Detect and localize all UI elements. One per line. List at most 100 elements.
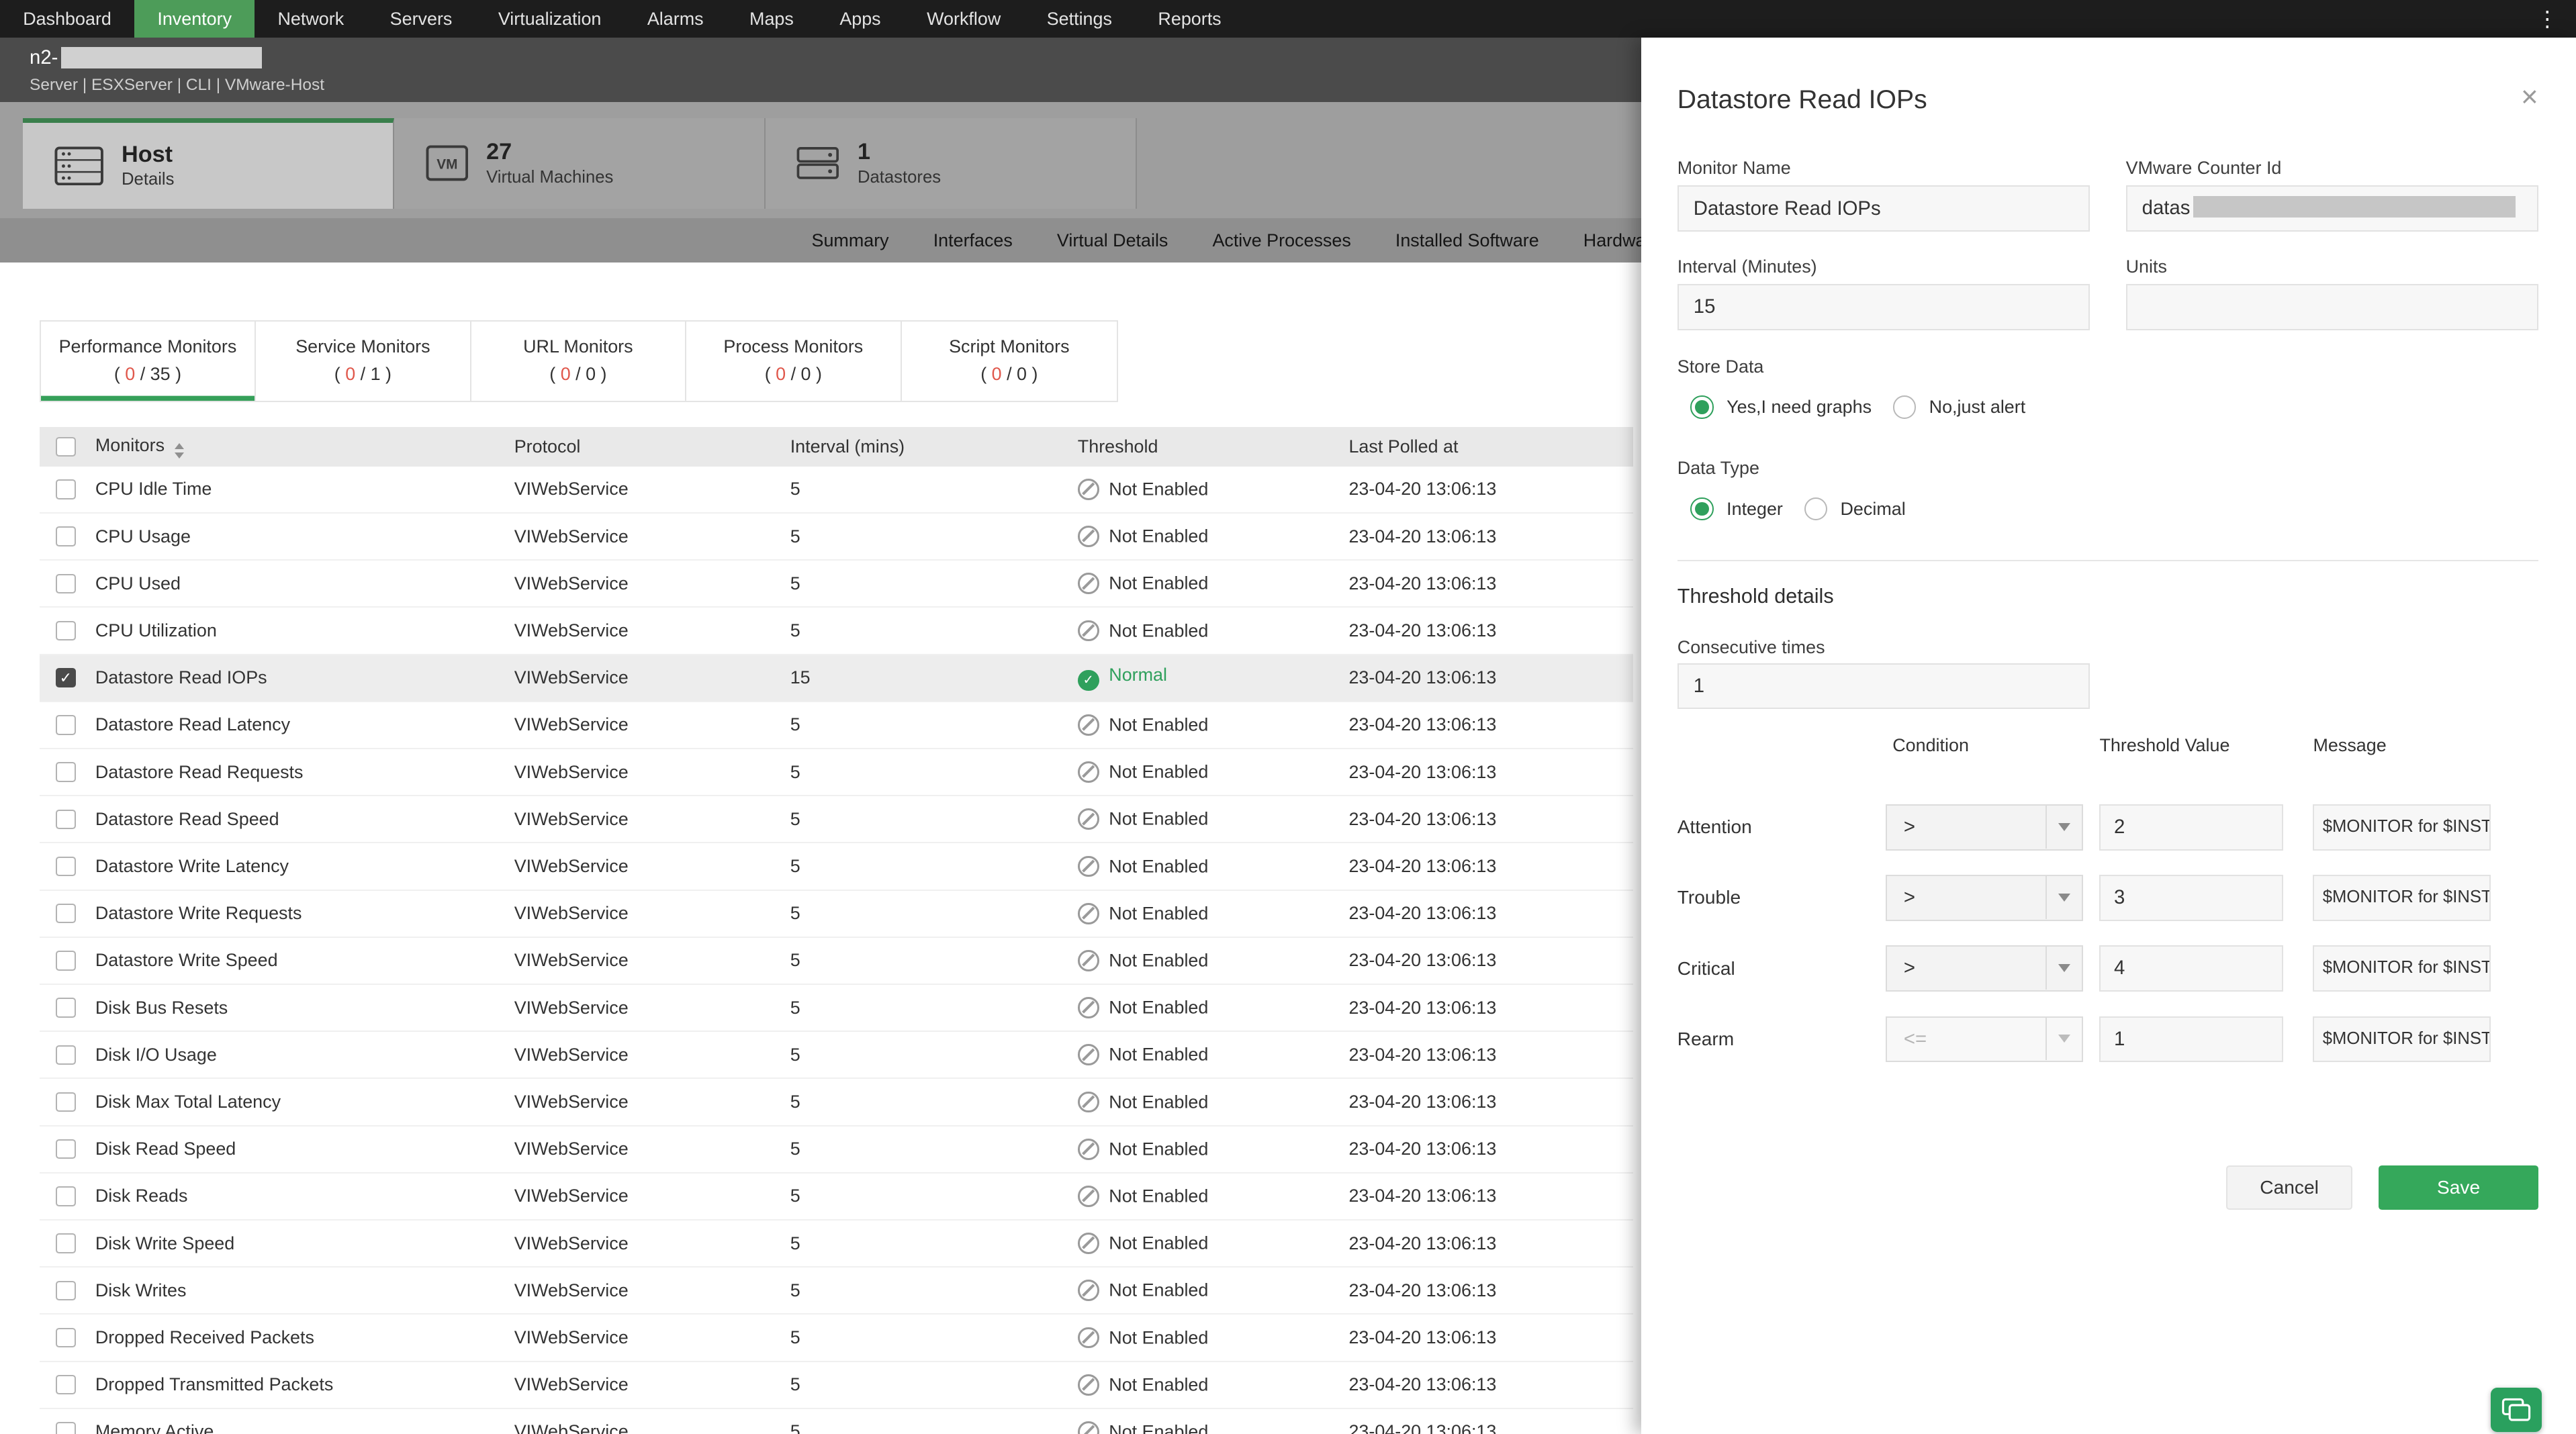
threshold-message-input[interactable]: $MONITOR for $INSTA — [2313, 804, 2491, 851]
threshold-message-input[interactable]: $MONITOR for $INSTA — [2313, 945, 2491, 992]
row-checkbox[interactable] — [56, 951, 76, 971]
card-host-details[interactable]: Host Details — [23, 118, 395, 209]
store-data-option-no-just-alert[interactable]: No,just alert — [1892, 395, 2025, 419]
monitor-name[interactable]: Datastore Write Latency — [95, 856, 514, 877]
condition-select[interactable]: > — [1886, 875, 2084, 921]
nav-item-maps[interactable]: Maps — [727, 0, 817, 38]
monitor-name[interactable]: Disk Bus Resets — [95, 998, 514, 1018]
interval-input[interactable] — [1677, 284, 2090, 330]
row-checkbox[interactable] — [56, 573, 76, 593]
nav-item-servers[interactable]: Servers — [367, 0, 475, 38]
table-row[interactable]: Datastore Write Speed VIWebService 5 Not En… — [39, 937, 1633, 985]
row-checkbox[interactable] — [56, 1186, 76, 1206]
monitor-tab-url-monitors[interactable]: URL Monitors ( 0 / 0 ) — [471, 322, 687, 401]
row-checkbox[interactable] — [56, 1139, 76, 1159]
host-tab-virtual-details[interactable]: Virtual Details — [1057, 230, 1168, 251]
row-checkbox[interactable] — [56, 998, 76, 1018]
row-checkbox[interactable] — [56, 1233, 76, 1253]
host-tab-interfaces[interactable]: Interfaces — [933, 230, 1013, 251]
row-checkbox[interactable] — [56, 1422, 76, 1434]
threshold-value-input[interactable]: 2 — [2099, 804, 2284, 851]
monitor-name[interactable]: Disk Reads — [95, 1186, 514, 1206]
table-row[interactable]: Disk I/O Usage VIWebService 5 Not Enabled 23… — [39, 1032, 1633, 1080]
data-type-option-decimal[interactable]: Decimal — [1804, 497, 1906, 521]
table-row[interactable]: Disk Bus Resets VIWebService 5 Not Enabled 2… — [39, 984, 1633, 1033]
consecutive-times-input[interactable] — [1677, 663, 2090, 710]
monitor-tab-process-monitors[interactable]: Process Monitors ( 0 / 0 ) — [686, 322, 902, 401]
row-checkbox[interactable] — [56, 1280, 76, 1300]
card-datastores[interactable]: 1 Datastores — [765, 118, 1137, 209]
table-row[interactable]: Disk Read Speed VIWebService 5 Not Enabled 2… — [39, 1126, 1633, 1174]
table-row[interactable]: CPU Usage VIWebService 5 Not Enabled 23-04-2… — [39, 513, 1633, 561]
cancel-button[interactable]: Cancel — [2225, 1165, 2353, 1210]
row-checkbox[interactable] — [56, 479, 76, 499]
nav-item-alarms[interactable]: Alarms — [625, 0, 727, 38]
table-row[interactable]: CPU Utilization VIWebService 5 Not Enabled 2… — [39, 608, 1633, 655]
table-row[interactable]: Datastore Write Requests VIWebService 5 Not… — [39, 890, 1633, 938]
threshold-value-input[interactable]: 4 — [2099, 945, 2284, 992]
monitor-name[interactable]: Datastore Read Requests — [95, 762, 514, 783]
monitor-name[interactable]: CPU Used — [95, 573, 514, 594]
monitor-name[interactable]: Memory Active — [95, 1421, 514, 1433]
table-row[interactable]: Datastore Read Requests VIWebService 5 Not … — [39, 749, 1633, 797]
row-checkbox[interactable] — [56, 1045, 76, 1065]
table-row[interactable]: Disk Reads VIWebService 5 Not Enabled 23-04-… — [39, 1173, 1633, 1221]
row-checkbox[interactable] — [56, 903, 76, 924]
monitor-name[interactable]: Disk Max Total Latency — [95, 1092, 514, 1112]
condition-select[interactable]: > — [1886, 804, 2084, 851]
card-virtual-machines[interactable]: VM 27 Virtual Machines — [394, 118, 766, 209]
nav-item-inventory[interactable]: Inventory — [134, 0, 255, 38]
row-checkbox[interactable] — [56, 809, 76, 829]
nav-item-apps[interactable]: Apps — [817, 0, 904, 38]
monitor-name[interactable]: Datastore Write Requests — [95, 903, 514, 924]
nav-item-dashboard[interactable]: Dashboard — [0, 0, 134, 38]
monitor-name[interactable]: Datastore Write Speed — [95, 950, 514, 971]
nav-item-settings[interactable]: Settings — [1023, 0, 1135, 38]
threshold-value-input[interactable]: 1 — [2099, 1016, 2284, 1063]
row-checkbox[interactable] — [56, 620, 76, 641]
monitor-name[interactable]: Disk I/O Usage — [95, 1045, 514, 1065]
monitor-tab-service-monitors[interactable]: Service Monitors ( 0 / 1 ) — [256, 322, 471, 401]
nav-item-virtualization[interactable]: Virtualization — [475, 0, 625, 38]
monitor-tab-script-monitors[interactable]: Script Monitors ( 0 / 0 ) — [901, 322, 1117, 401]
close-icon[interactable]: × — [2521, 83, 2538, 112]
sort-icon[interactable] — [174, 443, 184, 459]
row-checkbox[interactable] — [56, 1092, 76, 1112]
units-input[interactable] — [2125, 284, 2538, 330]
store-data-option-yes-i-need-graphs[interactable]: Yes,I need graphs — [1690, 395, 1872, 419]
threshold-message-input[interactable]: $MONITOR for $INSTA — [2313, 1016, 2491, 1063]
table-row[interactable]: Dropped Transmitted Packets VIWebService 5… — [39, 1361, 1633, 1409]
monitor-name[interactable]: Datastore Read Latency — [95, 714, 514, 735]
row-checkbox[interactable] — [56, 856, 76, 877]
nav-item-workflow[interactable]: Workflow — [904, 0, 1024, 38]
monitor-name[interactable]: CPU Idle Time — [95, 479, 514, 499]
nav-item-network[interactable]: Network — [255, 0, 367, 38]
nav-item-reports[interactable]: Reports — [1135, 0, 1244, 38]
monitor-tab-performance-monitors[interactable]: Performance Monitors ( 0 / 35 ) — [40, 322, 257, 401]
monitor-name[interactable]: Dropped Transmitted Packets — [95, 1374, 514, 1395]
monitor-name[interactable]: Dropped Received Packets — [95, 1327, 514, 1348]
row-checkbox[interactable]: ✓ — [56, 667, 76, 688]
table-row[interactable]: Memory Active VIWebService 5 Not Enabled 23-… — [39, 1408, 1633, 1434]
vmware-counter-id-input[interactable]: datas — [2125, 185, 2538, 232]
chat-fab-button[interactable] — [2490, 1388, 2542, 1433]
table-row[interactable]: Disk Writes VIWebService 5 Not Enabled 23-04… — [39, 1268, 1633, 1315]
host-tab-summary[interactable]: Summary — [812, 230, 889, 251]
monitor-name[interactable]: Disk Writes — [95, 1280, 514, 1301]
condition-select[interactable]: > — [1886, 945, 2084, 992]
select-all-checkbox[interactable] — [56, 436, 76, 457]
row-checkbox[interactable] — [56, 1375, 76, 1395]
host-tab-installed-software[interactable]: Installed Software — [1395, 230, 1539, 251]
monitor-name[interactable]: Datastore Read Speed — [95, 809, 514, 830]
threshold-value-input[interactable]: 3 — [2099, 875, 2284, 921]
table-row[interactable]: ✓ Datastore Read IOPs VIWebService 15 ✓ Norma… — [39, 655, 1633, 702]
monitor-name[interactable]: CPU Usage — [95, 526, 514, 547]
table-row[interactable]: Datastore Read Speed VIWebService 5 Not Ena… — [39, 796, 1633, 844]
kebab-menu-icon[interactable]: ⋮ — [2518, 0, 2576, 38]
table-row[interactable]: Dropped Received Packets VIWebService 5 Not… — [39, 1314, 1633, 1362]
monitor-name[interactable]: CPU Utilization — [95, 620, 514, 641]
data-type-option-integer[interactable]: Integer — [1690, 497, 1783, 521]
table-row[interactable]: Datastore Write Latency VIWebService 5 Not … — [39, 843, 1633, 891]
table-row[interactable]: CPU Used VIWebService 5 Not Enabled 23-04-20… — [39, 561, 1633, 608]
row-checkbox[interactable] — [56, 762, 76, 782]
